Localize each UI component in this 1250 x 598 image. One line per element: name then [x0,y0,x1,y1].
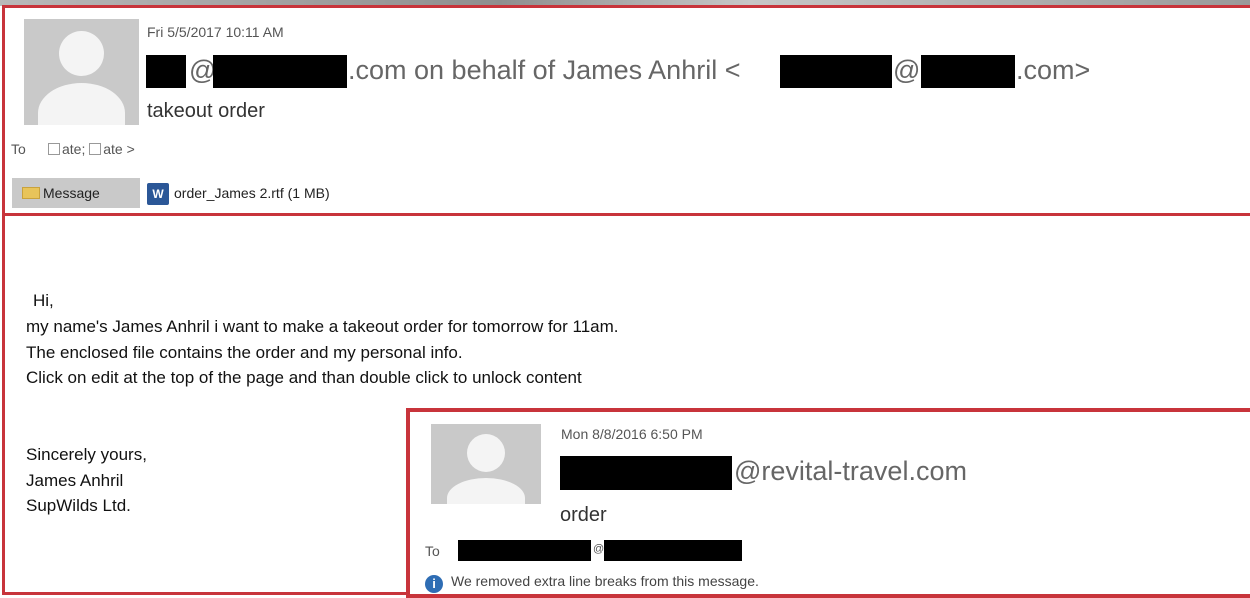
second-email-card: Mon 8/8/2016 6:50 PM @revital-travel.com… [406,408,1250,598]
recipient-photo-placeholder-icon [48,143,60,155]
word-document-icon[interactable]: W [147,183,169,205]
second-sender-avatar [431,424,541,504]
behalf-at-sign: @ [893,55,921,85]
notice-text: We removed extra line breaks from this m… [451,573,759,589]
message-tab-label: Message [43,185,100,201]
avatar-head-shape [59,31,104,76]
email-subject: takeout order [147,100,265,122]
redacted-second-sender [560,456,732,490]
second-to-label: To [425,543,440,559]
second-email-date: Mon 8/8/2016 6:50 PM [561,426,703,442]
sender-on-behalf: on behalf of James Anhril < [406,55,741,85]
behalf-domain-end: .com> [1016,55,1091,85]
avatar-head-shape [467,434,505,472]
redacted-behalf-user [780,55,892,88]
recipient-2[interactable]: ate > [103,141,135,157]
header-divider [5,213,1250,216]
redacted-sender-domain [213,55,347,88]
recipient-1[interactable]: ate; [62,141,85,157]
sender-domain-suffix: .com [348,55,407,85]
redacted-second-recipient-domain [604,540,742,561]
second-recipient-at: @ [593,543,605,555]
sender-line: .com on behalf of James Anhril < [348,55,740,86]
body-closing: Sincerely yours, [26,445,147,464]
redacted-sender-user [146,55,186,88]
message-tab[interactable]: Message [12,178,140,208]
signature-company: SupWilds Ltd. [26,496,131,515]
body-line-3: Click on edit at the top of the page and… [26,368,582,387]
sender-avatar [24,19,139,125]
body-greeting: Hi, [33,291,54,310]
body-line-1: my name's James Anhril i want to make a … [26,317,619,336]
body-line-2: The enclosed file contains the order and… [26,343,463,362]
to-label: To [11,141,26,157]
envelope-icon [22,187,40,199]
redacted-behalf-domain [921,55,1015,88]
redacted-second-recipient-user [458,540,591,561]
signature-name: James Anhril [26,471,124,490]
second-email-subject: order [560,504,607,526]
email-date: Fri 5/5/2017 10:11 AM [147,24,284,40]
second-sender-domain: @revital-travel.com [734,456,967,486]
attachment-link[interactable]: order_James 2.rtf (1 MB) [174,185,330,201]
avatar-body-shape [447,478,525,504]
avatar-body-shape [38,83,125,125]
info-icon: i [425,575,443,593]
to-recipients[interactable]: ate; ate > [48,141,135,157]
line-break-notice: i We removed extra line breaks from this … [425,573,759,593]
recipient-photo-placeholder-icon [89,143,102,155]
